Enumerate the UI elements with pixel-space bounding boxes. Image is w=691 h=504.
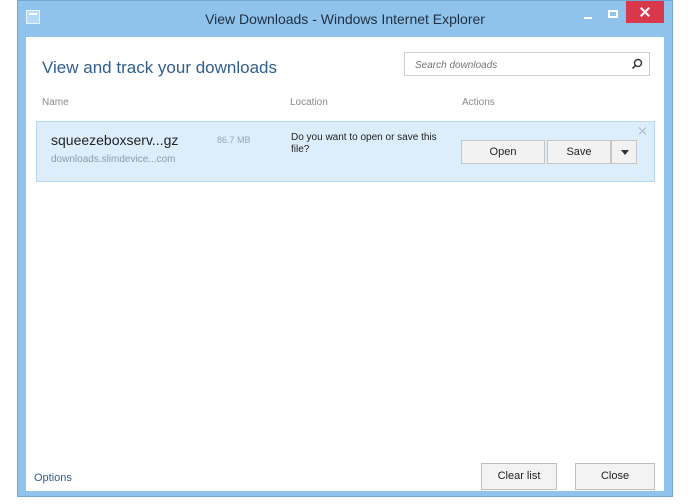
page-title: View and track your downloads xyxy=(42,58,277,77)
open-button[interactable]: Open xyxy=(461,140,545,164)
search-box[interactable] xyxy=(404,52,650,76)
options-link[interactable]: Options xyxy=(34,472,72,484)
maximize-icon[interactable] xyxy=(603,7,623,25)
file-name: squeezeboxserv...gz xyxy=(51,132,179,148)
column-header-name: Name xyxy=(42,97,69,108)
chevron-down-icon[interactable] xyxy=(611,140,637,164)
dismiss-row-icon[interactable] xyxy=(638,126,648,136)
search-input[interactable] xyxy=(413,57,617,73)
clear-list-button[interactable]: Clear list xyxy=(481,463,557,490)
dialog-content: View and track your downloads Name Locat… xyxy=(26,37,664,491)
download-prompt: Do you want to open or save this file? xyxy=(291,132,437,155)
window-title: View Downloads - Windows Internet Explor… xyxy=(205,11,485,27)
close-button[interactable]: Close xyxy=(575,463,655,490)
column-header-actions: Actions xyxy=(462,97,495,108)
download-manager-window: View Downloads - Windows Internet Explor… xyxy=(17,0,673,497)
file-source: downloads.slimdevice...com xyxy=(51,154,176,165)
close-icon[interactable] xyxy=(626,1,664,23)
title-bar[interactable]: View Downloads - Windows Internet Explor… xyxy=(18,1,672,37)
search-icon[interactable] xyxy=(631,58,643,70)
download-row[interactable]: squeezeboxserv...gz 86.7 MB downloads.sl… xyxy=(36,121,655,182)
column-header-location: Location xyxy=(290,97,328,108)
minimize-icon[interactable] xyxy=(578,7,598,25)
save-button[interactable]: Save xyxy=(547,140,611,164)
file-size: 86.7 MB xyxy=(217,135,251,145)
